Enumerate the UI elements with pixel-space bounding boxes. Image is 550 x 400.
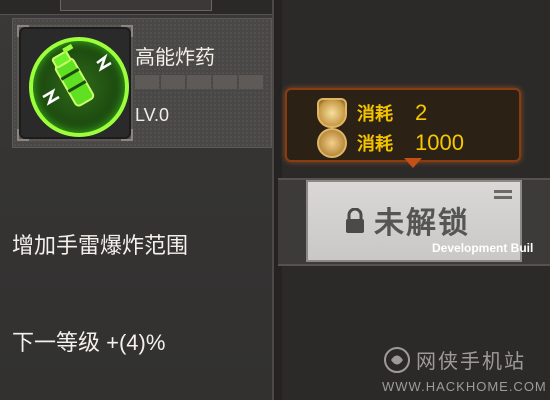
watermark-logo-icon (384, 347, 410, 373)
item-name: 高能炸药 (135, 47, 215, 69)
frame-corner (121, 25, 133, 37)
cost-row: 消耗 1000 (317, 128, 464, 158)
cost-value: 2 (415, 100, 428, 125)
progress-segment (187, 75, 211, 89)
cost-pointer-arrow (404, 158, 422, 168)
item-icon-frame[interactable] (17, 25, 133, 141)
frame-corner (121, 129, 133, 141)
item-level: LV.0 (135, 105, 170, 125)
cost-label: 消耗 (357, 104, 393, 124)
frame-corner (17, 129, 29, 141)
development-build-label: Development Buil (432, 241, 534, 255)
gold-coin-icon (317, 128, 347, 158)
lock-icon (346, 208, 364, 233)
cost-panel: 消耗 2 消耗 1000 (285, 88, 521, 162)
skill-description: 增加手雷爆炸范围 (12, 233, 189, 258)
watermark: 网侠手机站 WWW.HACKHOME.COM (380, 343, 550, 398)
watermark-url: WWW.HACKHOME.COM (382, 379, 547, 394)
skill-detail-panel: 高能炸药 LV.0 增加手雷爆炸范围 下一等级 +(4)% (0, 0, 274, 400)
watermark-title: 网侠手机站 (416, 351, 526, 373)
menu-lines-icon (494, 190, 512, 199)
rank-badge-icon (317, 98, 347, 128)
unlock-label: 未解锁 (374, 207, 470, 240)
top-notch (60, 0, 212, 11)
item-card: 高能炸药 LV.0 (12, 18, 272, 148)
progress-segment (213, 75, 237, 89)
progress-segment (135, 75, 159, 89)
top-strip (0, 0, 272, 15)
cost-label: 消耗 (357, 134, 393, 154)
level-progress-bar (135, 75, 263, 89)
cost-value: 1000 (415, 130, 464, 155)
next-level-bonus: 下一等级 +(4)% (12, 330, 166, 355)
progress-segment (239, 75, 263, 89)
grenade-icon (29, 37, 129, 137)
progress-segment (161, 75, 185, 89)
cost-row: 消耗 2 (317, 98, 427, 128)
frame-corner (17, 25, 29, 37)
